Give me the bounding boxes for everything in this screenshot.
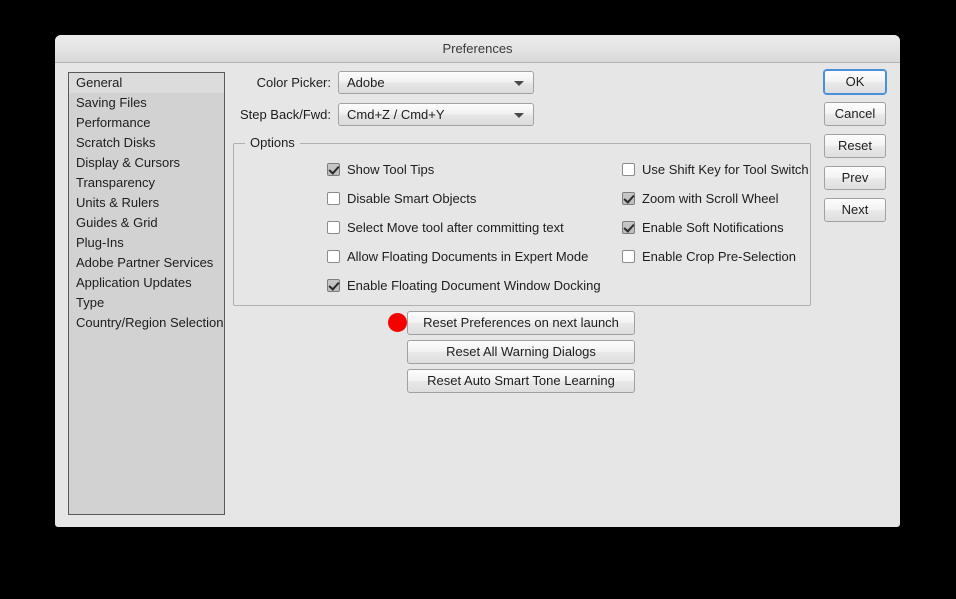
sidebar-item[interactable]: Country/Region Selection [69,313,224,333]
step-back-fwd-select[interactable]: Cmd+Z / Cmd+Y [338,103,534,126]
chevron-down-icon [514,81,524,86]
sidebar-item[interactable]: Type [69,293,224,313]
options-group-box: Options Show Tool Tips Disable Smart Obje… [233,135,811,306]
option-label: Use Shift Key for Tool Switch [642,161,809,177]
sidebar-item[interactable]: Adobe Partner Services [69,253,224,273]
preferences-dialog: Preferences General Saving Files Performan… [55,35,900,527]
sidebar-item[interactable]: Performance [69,113,224,133]
reset-button[interactable]: Reset Preferences on next launch [407,311,635,335]
option-checkbox-row[interactable]: Use Shift Key for Tool Switch [622,161,809,177]
option-label: Enable Floating Document Window Docking [347,277,601,293]
option-label: Allow Floating Documents in Expert Mode [347,248,589,264]
option-checkbox-row[interactable]: Enable Floating Document Window Docking [327,277,601,293]
sidebar-item[interactable]: Scratch Disks [69,133,224,153]
step-back-fwd-label: Step Back/Fwd: [239,107,331,122]
sidebar-item[interactable]: Guides & Grid [69,213,224,233]
option-checkbox-row[interactable]: Enable Soft Notifications [622,219,784,235]
option-checkbox-row[interactable]: Disable Smart Objects [327,190,476,206]
sidebar-item[interactable]: General [69,73,224,93]
sidebar-item[interactable]: Saving Files [69,93,224,113]
checkbox-checked-icon[interactable] [622,220,635,234]
checkbox-checked-icon[interactable] [327,162,340,176]
checkbox-unchecked-icon[interactable] [622,249,635,263]
action-button[interactable]: Prev [824,166,886,190]
step-back-fwd-value: Cmd+Z / Cmd+Y [347,107,445,122]
dialog-title: Preferences [442,41,513,56]
reset-button[interactable]: Reset Auto Smart Tone Learning [407,369,635,393]
option-label: Select Move tool after committing text [347,219,564,235]
checkbox-unchecked-icon[interactable] [327,191,340,205]
action-button[interactable]: Next [824,198,886,222]
option-label: Enable Soft Notifications [642,219,784,235]
option-checkbox-row[interactable]: Show Tool Tips [327,161,434,177]
color-picker-select[interactable]: Adobe [338,71,534,94]
color-picker-label: Color Picker: [256,75,331,90]
dialog-titlebar: Preferences [55,35,900,63]
option-checkbox-row[interactable]: Allow Floating Documents in Expert Mode [327,248,588,264]
option-checkbox-row[interactable]: Zoom with Scroll Wheel [622,190,779,206]
reset-button[interactable]: Reset All Warning Dialogs [407,340,635,364]
checkbox-unchecked-icon[interactable] [327,249,340,263]
checkbox-unchecked-icon[interactable] [622,162,635,176]
action-button[interactable]: Cancel [824,102,886,126]
option-label: Zoom with Scroll Wheel [642,190,779,206]
options-group-label: Options [245,135,300,150]
chevron-down-icon [514,113,524,118]
color-picker-value: Adobe [347,75,385,90]
option-label: Show Tool Tips [347,161,435,177]
preferences-category-list[interactable]: General Saving Files Performance Scratch Di… [68,72,225,515]
checkbox-unchecked-icon[interactable] [327,220,340,234]
option-label: Disable Smart Objects [347,190,477,206]
option-label: Enable Crop Pre-Selection [642,248,796,264]
action-button[interactable]: OK [824,70,886,94]
action-button[interactable]: Reset [824,134,886,158]
sidebar-item[interactable]: Units & Rulers [69,193,224,213]
sidebar-item[interactable]: Plug-Ins [69,233,224,253]
sidebar-item[interactable]: Application Updates [69,273,224,293]
option-checkbox-row[interactable]: Enable Crop Pre-Selection [622,248,796,264]
click-marker-icon [388,313,407,332]
checkbox-checked-icon[interactable] [327,278,340,292]
checkbox-checked-icon[interactable] [622,191,635,205]
option-checkbox-row[interactable]: Select Move tool after committing text [327,219,564,235]
sidebar-item[interactable]: Display & Cursors [69,153,224,173]
sidebar-item[interactable]: Transparency [69,173,224,193]
